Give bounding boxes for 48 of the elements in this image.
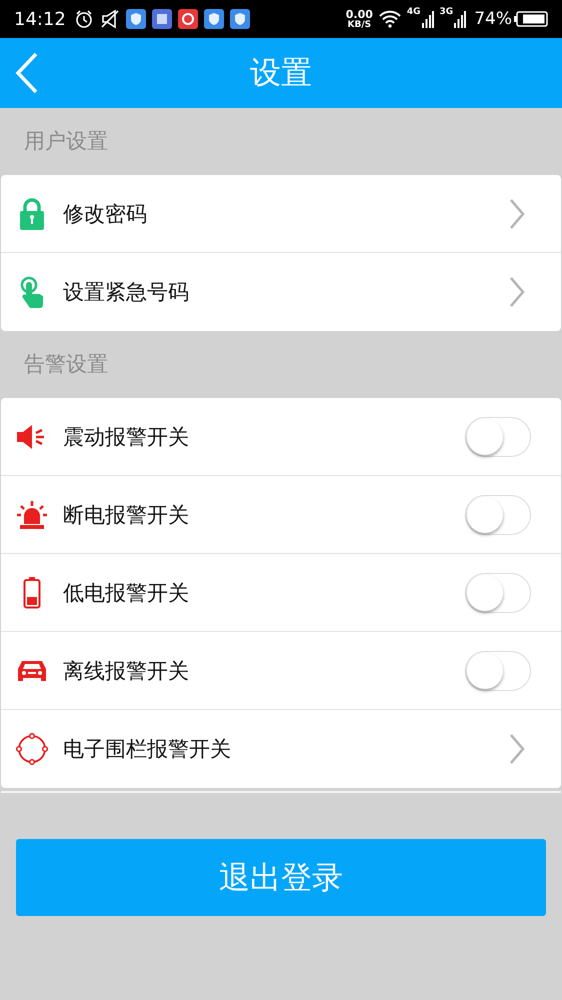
network-type: 3G (440, 7, 454, 17)
muted-speaker-icon (100, 9, 120, 29)
network-speed: 0.00 (346, 8, 373, 20)
fence-circle-icon (16, 733, 48, 765)
settings-row[interactable]: 震动报警开关 (1, 398, 561, 476)
settings-row[interactable]: 低电报警开关 (1, 554, 561, 632)
siren-icon (16, 500, 48, 530)
toggle-switch[interactable] (465, 494, 531, 534)
wifi-icon (378, 10, 401, 28)
toggle-switch[interactable] (465, 416, 531, 456)
setting-label: 离线报警开关 (63, 658, 190, 684)
car-icon (16, 658, 48, 682)
setting-label: 断电报警开关 (63, 502, 190, 528)
shield-app-icon (230, 9, 250, 29)
chevron-right-icon (509, 198, 525, 230)
setting-label: 电子围栏报警开关 (63, 736, 232, 763)
section-title: 用户设置 (23, 128, 109, 155)
hand-pointer-icon (18, 276, 46, 308)
battery-low-icon (23, 576, 41, 608)
alarm-clock-icon (74, 9, 94, 29)
settings-row[interactable]: 电子围栏报警开关 (1, 710, 561, 788)
settings-row[interactable]: 断电报警开关 (1, 476, 561, 554)
setting-label: 修改密码 (63, 200, 148, 228)
setting-label: 震动报警开关 (63, 424, 190, 450)
toggle-switch[interactable] (465, 572, 531, 612)
back-icon (14, 52, 40, 94)
ring-app-icon (178, 9, 198, 29)
setting-label: 低电报警开关 (63, 580, 190, 606)
settings-row[interactable]: 修改密码 (1, 175, 561, 253)
battery-level: 74% (474, 9, 512, 29)
app-notification-icon (152, 9, 172, 29)
setting-label: 设置紧急号码 (63, 279, 190, 306)
clock-time: 14:12 (14, 8, 66, 30)
toggle-switch[interactable] (465, 650, 531, 690)
shield-app-icon (126, 9, 146, 29)
signal-icon (422, 10, 434, 28)
section-title: 告警设置 (23, 351, 109, 378)
signal-icon (454, 10, 466, 28)
settings-row[interactable]: 设置紧急号码 (1, 253, 561, 331)
chevron-right-icon (509, 733, 525, 765)
shield-app-icon (204, 9, 224, 29)
speed-unit: KB/S (348, 20, 372, 30)
battery-icon (514, 11, 548, 27)
chevron-right-icon (509, 276, 525, 308)
lock-icon (19, 198, 45, 230)
network-type: 4G (406, 7, 421, 17)
page-title: 设置 (250, 54, 312, 93)
settings-row[interactable]: 离线报警开关 (1, 632, 561, 710)
